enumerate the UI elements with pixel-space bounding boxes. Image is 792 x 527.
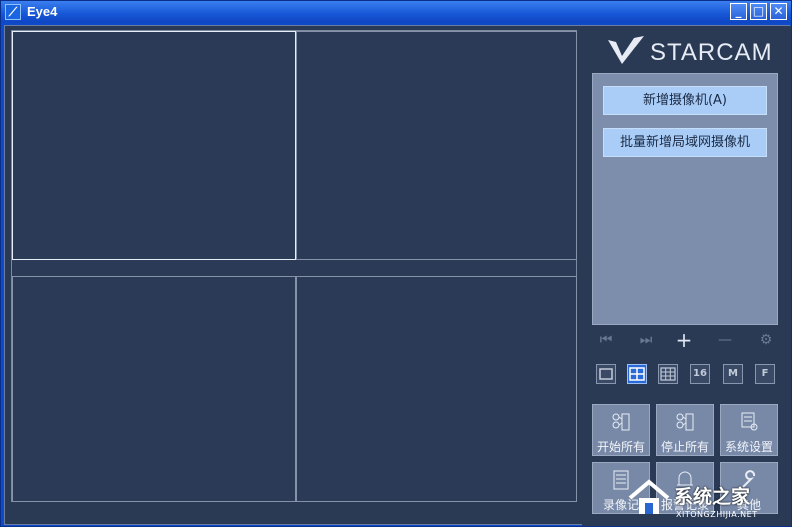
- main-content: STARCAM 新增摄像机(A) 批量新增局域网摄像机 ⏮ ⏭ + — ⚙ 16: [4, 25, 791, 526]
- camera-list-panel: 新增摄像机(A) 批量新增局域网摄像机: [592, 73, 778, 325]
- next-icon[interactable]: ⏭: [636, 330, 656, 350]
- first-icon[interactable]: ⏮: [596, 330, 616, 350]
- layout-f-button[interactable]: F: [755, 364, 775, 384]
- stop-all-label: 停止所有: [660, 440, 709, 454]
- add-icon[interactable]: +: [674, 330, 694, 350]
- single-view-icon: [599, 368, 613, 380]
- layout-16-label: 16: [693, 368, 707, 379]
- nine-view-icon: [660, 367, 676, 381]
- layout-m-label: M: [728, 368, 738, 379]
- window-title: Eye4: [27, 4, 58, 19]
- settings-gear-icon[interactable]: ⚙: [756, 330, 776, 350]
- system-settings-label: 系统设置: [724, 440, 773, 454]
- remove-icon[interactable]: —: [715, 330, 735, 350]
- watermark-house-icon: [628, 479, 670, 514]
- system-settings-button[interactable]: 系统设置: [720, 404, 778, 456]
- quad-view-icon: [629, 367, 645, 381]
- title-bar[interactable]: ⟋ Eye4 _ □ ✕: [1, 1, 791, 23]
- watermark-subtext: XITONGZHIJIA.NET: [676, 510, 758, 519]
- layout-m-button[interactable]: M: [723, 364, 743, 384]
- minimize-button[interactable]: _: [730, 3, 747, 20]
- system-settings-icon: [741, 412, 758, 431]
- video-grid: [11, 30, 577, 502]
- start-all-button[interactable]: 开始所有: [592, 404, 650, 456]
- video-pane-1[interactable]: [12, 31, 296, 260]
- maximize-button[interactable]: □: [750, 3, 767, 20]
- layout-4-button[interactable]: [627, 364, 647, 384]
- stop-all-button[interactable]: 停止所有: [656, 404, 714, 456]
- layout-f-label: F: [761, 368, 769, 379]
- add-camera-button[interactable]: 新增摄像机(A): [603, 86, 767, 115]
- video-pane-2[interactable]: [296, 31, 577, 260]
- layout-9-button[interactable]: [658, 364, 678, 384]
- logo-text: STARCAM: [650, 39, 773, 66]
- add-lan-cameras-button[interactable]: 批量新增局域网摄像机: [603, 128, 767, 157]
- start-all-icon: [612, 413, 630, 431]
- video-pane-3[interactable]: [12, 276, 296, 502]
- app-logo-icon: ⟋: [5, 4, 21, 20]
- starcam-logo: STARCAM: [606, 34, 776, 68]
- app-window: ⟋ Eye4 _ □ ✕ STARCAM 新增摄像机(A) 批量新增局域网摄像机…: [0, 0, 792, 527]
- right-sidebar: STARCAM 新增摄像机(A) 批量新增局域网摄像机 ⏮ ⏭ + — ⚙ 16: [582, 26, 791, 526]
- start-all-label: 开始所有: [596, 440, 645, 454]
- close-button[interactable]: ✕: [770, 3, 787, 20]
- layout-1-button[interactable]: [596, 364, 616, 384]
- watermark: 系统之家 XITONGZHIJIA.NET: [624, 476, 790, 524]
- starcam-v-icon: [608, 36, 644, 64]
- stop-all-icon: [676, 413, 694, 431]
- watermark-text: 系统之家: [674, 486, 751, 508]
- layout-16-button[interactable]: 16: [690, 364, 710, 384]
- video-pane-4[interactable]: [296, 276, 577, 502]
